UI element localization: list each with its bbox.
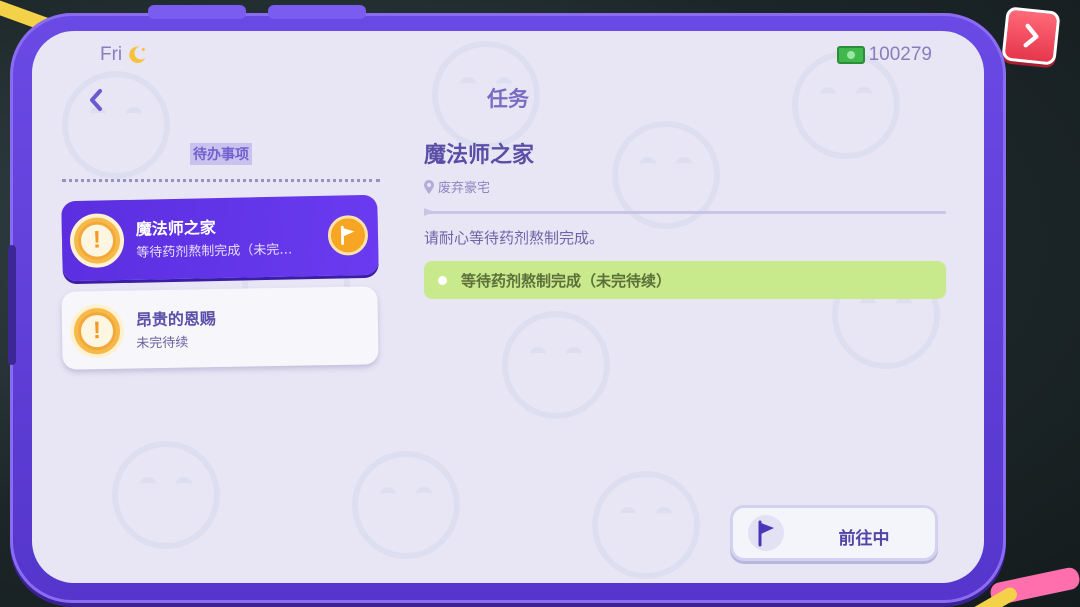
quest-name: 昂贵的恩赐 (135, 309, 217, 330)
objective-text: 等待药剂熬制完成（未完待续） (461, 271, 672, 290)
bg-stripe-pink (988, 565, 1080, 607)
quest-subtitle: 等待药剂熬制完成（未完… (136, 242, 293, 261)
go-to-label: 前往中 (838, 529, 890, 549)
bullet-icon (438, 275, 447, 285)
next-button[interactable] (1001, 6, 1061, 66)
phone-screen: Fri 100279 任务 待办事项 ! 魔法师之家 等待药剂熬制完成（未完… … (32, 31, 984, 583)
phone-top-button-2 (268, 5, 366, 19)
quest-location: 废弃豪宅 (424, 177, 490, 196)
cash-icon (836, 46, 865, 64)
location-label: 废弃豪宅 (438, 181, 491, 196)
todo-header-label: 待办事项 (190, 143, 252, 165)
currency-value: 100279 (868, 44, 932, 65)
todo-header: 待办事项 (62, 143, 380, 165)
smiley-pattern (352, 451, 460, 559)
quest-item-active[interactable]: ! 魔法师之家 等待药剂熬制完成（未完… (61, 194, 379, 282)
quest-subtitle: 未完待续 (136, 335, 189, 352)
tracking-badge (327, 214, 369, 256)
smiley-pattern (592, 471, 700, 579)
detail-divider (424, 208, 946, 216)
page-title: 任务 (487, 87, 529, 111)
todo-section: 待办事项 (62, 143, 380, 182)
quest-name: 魔法师之家 (135, 218, 216, 239)
flag-icon (340, 225, 355, 246)
phone-top-button-1 (148, 5, 246, 19)
moon-icon (129, 46, 146, 63)
dotted-divider (62, 179, 380, 182)
quest-item[interactable]: ! 昂贵的恩赐 未完待续 (61, 286, 379, 370)
flag-icon (748, 515, 784, 551)
quest-description: 请耐心等待药剂熬制完成。 (424, 229, 605, 247)
pin-icon (424, 179, 434, 194)
alert-icon: ! (69, 213, 125, 269)
objective-item: 等待药剂熬制完成（未完待续） (424, 261, 946, 299)
go-to-button[interactable]: 前往中 (730, 505, 938, 561)
currency-display: 100279 (836, 44, 932, 66)
status-bar: Fri (100, 44, 148, 66)
alert-icon: ! (69, 303, 125, 359)
phone-side-button (8, 245, 16, 365)
quest-detail-title: 魔法师之家 (424, 143, 535, 168)
phone-frame: Fri 100279 任务 待办事项 ! 魔法师之家 等待药剂熬制完成（未完… … (8, 5, 1006, 603)
chevron-right-icon (1023, 23, 1039, 48)
day-label: Fri (100, 44, 123, 65)
smiley-pattern (112, 441, 220, 549)
smiley-pattern (502, 311, 610, 419)
